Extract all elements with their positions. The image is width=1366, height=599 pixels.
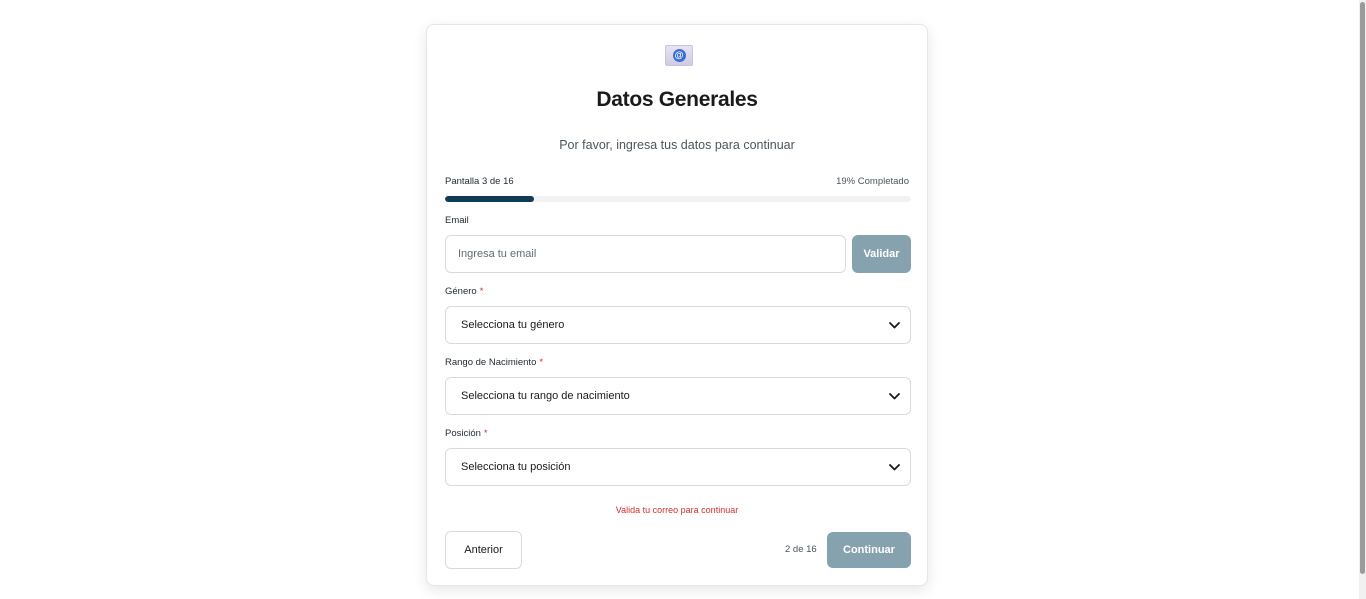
email-field[interactable]	[445, 235, 846, 273]
email-label-text: Email	[445, 215, 469, 226]
gender-label-text: Género	[445, 286, 477, 297]
required-mark: *	[539, 357, 544, 368]
form-card: @ Datos Generales Por favor, ingresa tus…	[426, 24, 928, 586]
continue-button[interactable]: Continuar	[827, 532, 911, 568]
page: @ Datos Generales Por favor, ingresa tus…	[0, 0, 1366, 599]
required-mark: *	[479, 286, 484, 297]
email-at-icon: @	[665, 45, 693, 66]
chevron-down-icon	[888, 390, 900, 402]
screen-counter: Pantalla 3 de 16	[445, 176, 514, 187]
email-label: Email	[445, 215, 469, 226]
step-counter: 2 de 16	[785, 544, 817, 555]
gender-label: Género *	[445, 286, 483, 297]
page-title: Datos Generales	[596, 88, 758, 111]
validate-button[interactable]: Validar	[852, 235, 911, 273]
page-scrollbar[interactable]	[1359, 0, 1366, 599]
previous-button[interactable]: Anterior	[445, 531, 522, 569]
birth-range-label: Rango de Nacimiento *	[445, 357, 543, 368]
position-select[interactable]: Selecciona tu posición	[445, 448, 911, 486]
position-select-value: Selecciona tu posición	[461, 461, 571, 473]
chevron-down-icon	[888, 319, 900, 331]
birth-range-label-text: Rango de Nacimiento	[445, 357, 537, 368]
scrollbar-thumb[interactable]	[1360, 2, 1365, 574]
at-sign-icon: @	[672, 49, 686, 62]
progress-percent: 19% Completado	[836, 176, 909, 187]
progress-bar-fill	[445, 196, 534, 202]
required-mark: *	[483, 428, 488, 439]
birth-range-select-value: Selecciona tu rango de nacimiento	[461, 390, 630, 402]
birth-range-select[interactable]: Selecciona tu rango de nacimiento	[445, 377, 911, 415]
chevron-down-icon	[888, 461, 900, 473]
gender-select-value: Selecciona tu género	[461, 319, 565, 331]
progress-bar	[445, 196, 911, 202]
email-validation-error: Valida tu correo para continuar	[615, 505, 739, 515]
position-label: Posición *	[445, 428, 488, 439]
gender-select[interactable]: Selecciona tu género	[445, 306, 911, 344]
page-subtitle: Por favor, ingresa tus datos para contin…	[559, 138, 795, 152]
position-label-text: Posición	[445, 428, 481, 439]
